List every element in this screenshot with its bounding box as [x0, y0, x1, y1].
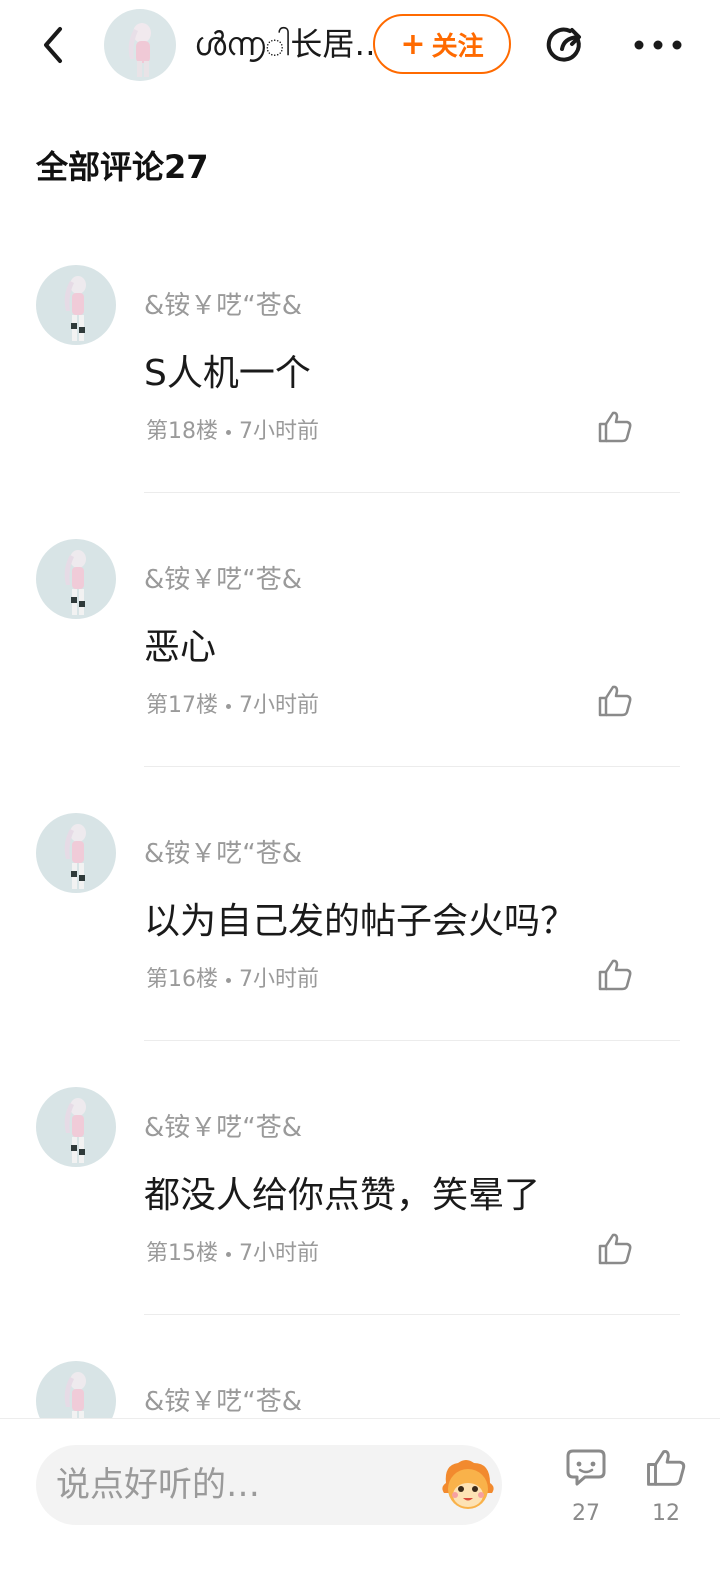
comment-like-button[interactable]: [594, 954, 636, 996]
comment-time: 7小时前: [239, 693, 319, 718]
more-dots-icon: [634, 40, 682, 50]
more-button[interactable]: [630, 22, 686, 68]
post-author-name[interactable]: ൾ൬ါ长居…: [194, 22, 372, 66]
like-action[interactable]: 12: [636, 1445, 696, 1529]
comment-item[interactable]: &铵￥呓“苍& 以为自己发的帖子会火吗？ 第16楼 7小时前: [0, 768, 720, 1042]
top-nav-bar: ൾ൬ါ长居… + 关注: [0, 0, 720, 90]
floor-number: 第15楼: [146, 1241, 218, 1266]
plus-icon: +: [400, 26, 426, 62]
floor-number: 第18楼: [146, 419, 218, 444]
avatar-figure-icon: [64, 550, 86, 615]
comment-input-placeholder: 说点好听的…: [56, 1465, 260, 1505]
comment-divider: [144, 766, 680, 767]
follow-button[interactable]: + 关注: [373, 14, 511, 74]
commenter-avatar[interactable]: [36, 813, 116, 893]
comment-text: S人机一个: [144, 353, 311, 394]
comment-like-button[interactable]: [594, 1228, 636, 1270]
thumbs-up-icon: [598, 411, 632, 443]
comments-section-title: 全部评论27: [36, 148, 209, 186]
separator-dot: [226, 703, 231, 709]
thumbs-up-icon: [647, 1450, 686, 1486]
commenter-name[interactable]: &铵￥呓“苍&: [144, 562, 302, 598]
comment-bubble-icon: [566, 1449, 606, 1486]
comment-text: 恶心: [144, 627, 217, 668]
comment-list: &铵￥呓“苍& S人机一个 第18楼 7小时前 &铵￥呓“苍& 恶心 第17楼 …: [0, 220, 720, 1590]
comment-divider: [144, 1040, 680, 1041]
avatar-figure-icon: [64, 1098, 86, 1163]
comment-time: 7小时前: [239, 419, 319, 444]
commenter-name[interactable]: &铵￥呓“苍&: [144, 1110, 302, 1146]
comment-divider: [144, 492, 680, 493]
commenter-avatar[interactable]: [36, 1087, 116, 1167]
avatar-figure-icon: [64, 824, 86, 889]
thumbs-up-icon: [598, 685, 632, 717]
separator-dot: [226, 429, 231, 435]
comment-count: 27: [572, 1501, 600, 1526]
commenter-name[interactable]: &铵￥呓“苍&: [144, 836, 302, 872]
emoji-button[interactable]: [436, 1453, 500, 1517]
comment-time: 7小时前: [239, 967, 319, 992]
share-icon: [546, 27, 581, 62]
comments-action[interactable]: 27: [556, 1445, 616, 1529]
comment-meta: 第15楼 7小时前: [146, 1238, 319, 1270]
author-avatar[interactable]: [104, 9, 176, 81]
separator-dot: [226, 977, 231, 983]
commenter-avatar[interactable]: [36, 265, 116, 345]
comment-divider: [144, 1314, 680, 1315]
separator-dot: [226, 1251, 231, 1257]
thumbs-up-icon: [598, 1233, 632, 1265]
commenter-avatar[interactable]: [36, 539, 116, 619]
commenter-name[interactable]: &铵￥呓“苍&: [144, 288, 302, 324]
comment-time: 7小时前: [239, 1241, 319, 1266]
chevron-left-icon: [44, 27, 62, 63]
comment-text: 以为自己发的帖子会火吗？: [144, 901, 577, 942]
back-button[interactable]: [30, 22, 76, 68]
comment-item[interactable]: &铵￥呓“苍& S人机一个 第18楼 7小时前: [0, 220, 720, 494]
comment-input[interactable]: 说点好听的…: [36, 1445, 502, 1525]
avatar-figure-icon: [128, 23, 151, 77]
comment-meta: 第16楼 7小时前: [146, 964, 319, 996]
comment-like-button[interactable]: [594, 406, 636, 448]
floor-number: 第17楼: [146, 693, 218, 718]
like-count: 12: [652, 1501, 680, 1526]
bottom-action-bar: 说点好听的… 27 12: [0, 1418, 720, 1551]
comment-meta: 第18楼 7小时前: [146, 416, 319, 448]
comment-item[interactable]: &铵￥呓“苍& 恶心 第17楼 7小时前: [0, 494, 720, 768]
follow-label: 关注: [431, 31, 484, 62]
emoji-face-icon: [442, 1460, 494, 1509]
avatar-figure-icon: [64, 276, 86, 341]
comment-item[interactable]: &铵￥呓“苍& 都没人给你点赞，笑晕了 第15楼 7小时前: [0, 1042, 720, 1316]
floor-number: 第16楼: [146, 967, 218, 992]
thumbs-up-icon: [598, 959, 632, 991]
comment-like-button[interactable]: [594, 680, 636, 722]
comment-text: 都没人给你点赞，笑晕了: [144, 1175, 541, 1216]
share-button[interactable]: [540, 20, 590, 70]
comment-meta: 第17楼 7小时前: [146, 690, 319, 722]
commenter-name[interactable]: &铵￥呓“苍&: [144, 1384, 302, 1420]
